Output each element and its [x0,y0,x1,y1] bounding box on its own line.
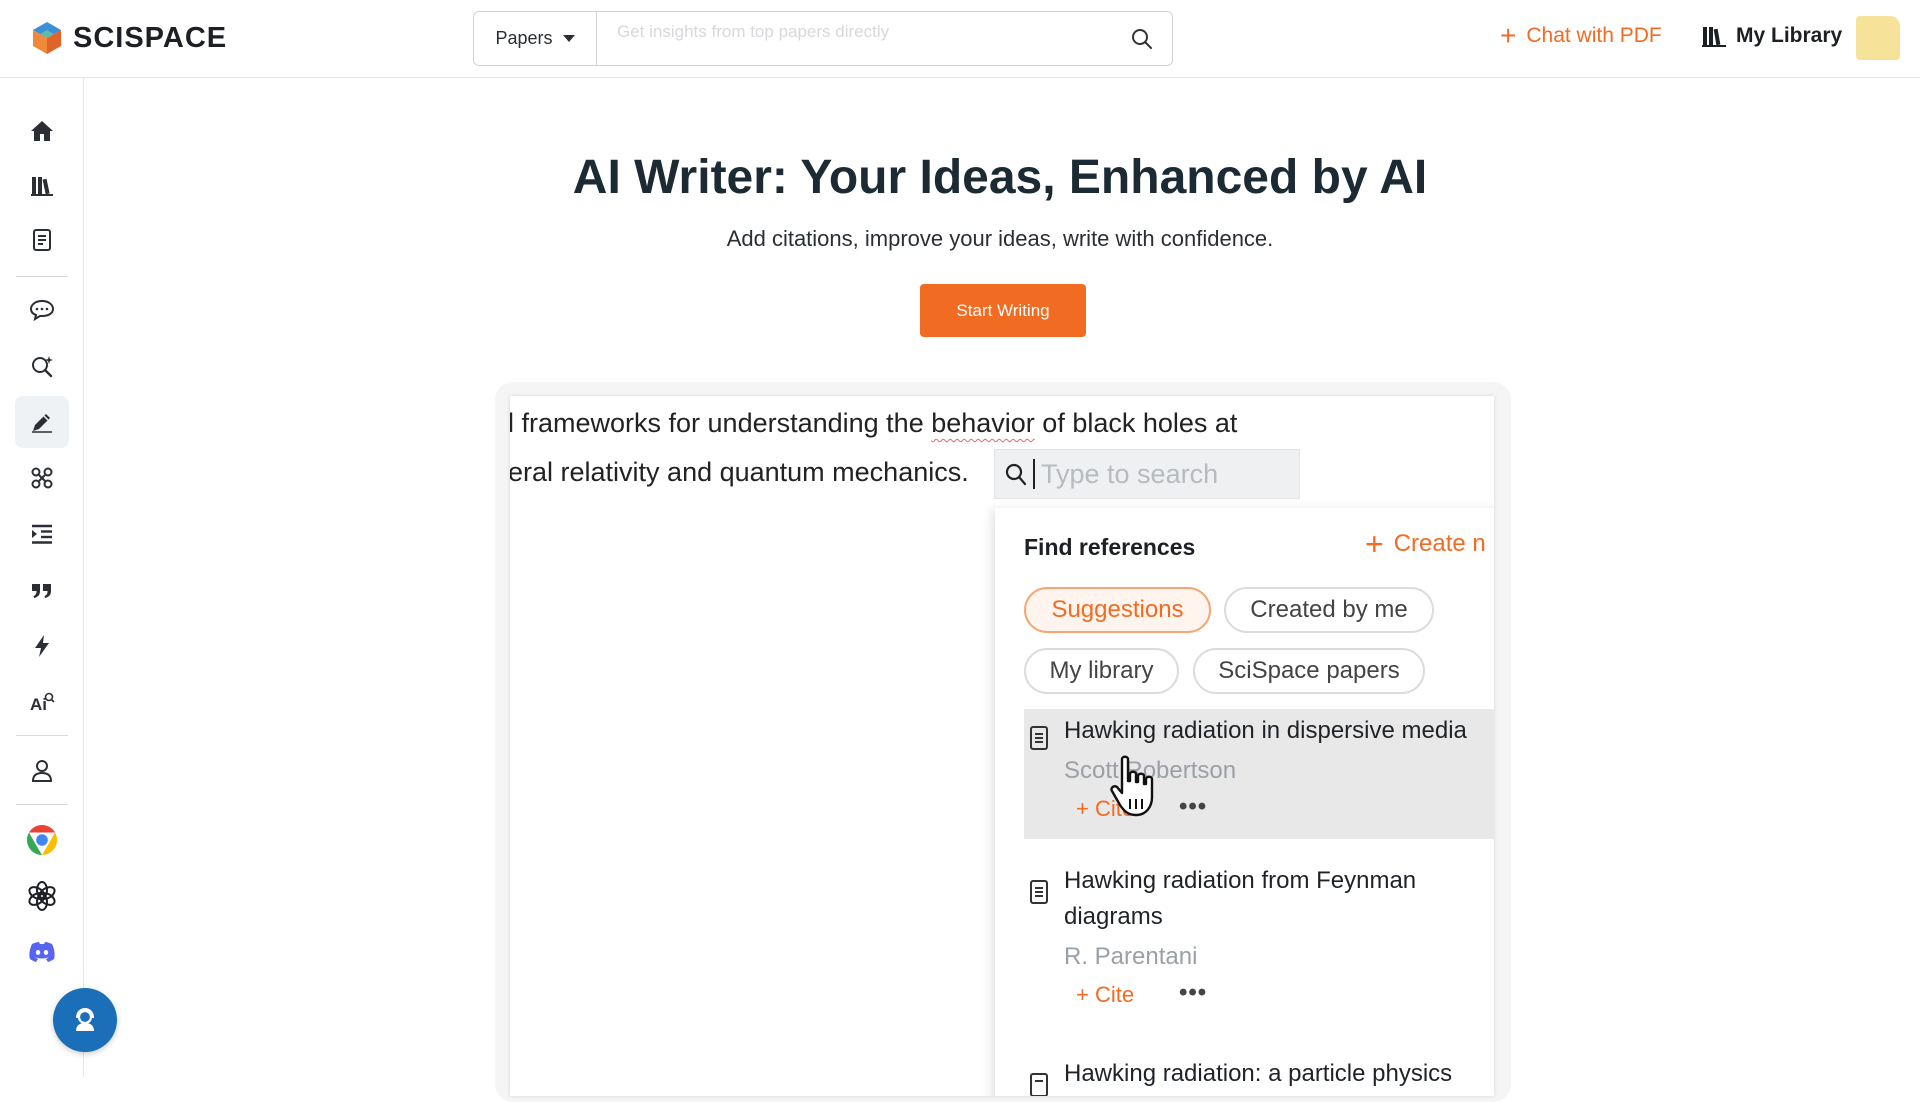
document-icon [1030,726,1048,750]
start-writing-button[interactable]: Start Writing [920,284,1086,337]
molecule-icon [31,467,53,489]
sidebar-item-chatgpt-plugin[interactable] [15,870,69,922]
reference-title: Hawking radiation in dispersive media [1064,717,1467,744]
search-icon [1005,463,1027,486]
sidebar-item-ai-writer[interactable] [15,396,69,448]
demo-document: l frameworks for understanding the behav… [510,396,1494,1096]
sidebar-item-molecule[interactable] [15,452,69,504]
chip-created-by-me[interactable]: Created by me [1224,587,1434,633]
pen-icon [32,414,52,433]
library-icon [31,177,53,196]
quote-icon [32,584,51,598]
chevron-down-icon [562,35,575,42]
home-icon [31,121,53,141]
ai-detect-icon: Ai [30,692,55,713]
hand-pointer-icon [1110,755,1154,817]
chip-my-library[interactable]: My library [1024,648,1179,694]
sidebar-item-chat[interactable] [15,284,69,336]
sidebar-item-extract[interactable] [15,620,69,672]
chat-icon [29,299,55,322]
scispace-logo[interactable]: SCISPACE [31,20,227,56]
chat-with-pdf-button[interactable]: + Chat with PDF [1500,20,1662,51]
text-caret [1033,459,1035,489]
sidebar-divider [16,276,68,277]
avatar[interactable] [1856,16,1900,60]
top-bar: SCISPACE Papers + Chat with PDF My Libra… [0,0,1920,78]
reference-title: Hawking radiation: a particle physics [1064,1060,1453,1087]
support-chat-button[interactable] [53,988,117,1052]
plus-icon: + [1365,526,1384,562]
find-references-panel: Find references + Create n Suggestions C… [995,508,1494,1096]
search-button[interactable] [1112,12,1172,65]
reference-result[interactable]: Hawking radiation in dispersive media Sc… [1024,709,1494,839]
document-icon [1030,1073,1048,1096]
create-reference-label: Create n [1393,530,1486,557]
logo-icon [33,22,61,54]
svg-text:Ai: Ai [30,695,47,713]
search-sparkle-icon [32,356,53,378]
sidebar-item-notebook[interactable] [15,214,69,266]
page-title: AI Writer: Your Ideas, Enhanced by AI [572,151,1428,204]
openai-icon [28,881,56,911]
chip-scispace-papers[interactable]: SciSpace papers [1193,648,1425,694]
sidebar-item-home[interactable] [15,105,69,157]
logo-text: SCISPACE [73,21,228,54]
notebook-icon [33,229,51,251]
my-library-button[interactable]: My Library [1702,24,1842,48]
lightning-icon [35,635,49,657]
search-bar: Papers [473,11,1173,66]
my-library-label: My Library [1736,24,1843,47]
sidebar-item-discord[interactable] [15,926,69,978]
misspelled-word: behavior [931,408,1035,438]
sidebar-divider [16,735,68,736]
indent-icon [32,524,52,544]
sidebar-item-literature-search[interactable] [15,340,69,392]
reference-author: R. Parentani [1064,943,1198,970]
search-type-label: Papers [495,28,553,48]
plus-icon: + [1500,20,1517,51]
reference-search-placeholder: Type to search [1041,458,1219,489]
library-icon [1702,27,1726,47]
sidebar-item-ai-detector[interactable]: Ai [15,676,69,728]
sidebar-item-citation[interactable] [15,564,69,616]
sidebar-item-profile[interactable] [15,745,69,797]
reference-title: Hawking radiation from Feynman diagrams [1064,867,1417,930]
sidebar-divider [16,804,68,805]
sidebar-item-paraphraser[interactable] [15,508,69,560]
create-reference-button[interactable]: + Create n [1365,526,1486,562]
panel-title: Find references [1024,534,1196,560]
more-options-button[interactable]: ••• [1179,793,1207,821]
more-options-button[interactable]: ••• [1179,979,1207,1007]
reference-result[interactable]: Hawking radiation: a particle physics [1024,1056,1494,1096]
demo-text-line-2: eral relativity and quantum mechanics. [510,457,969,487]
demo-text-line-1: l frameworks for understanding the behav… [510,408,1238,438]
user-icon [31,760,53,782]
support-agent-icon [76,1007,94,1031]
page-subtitle: Add citations, improve your ideas, write… [726,226,1274,251]
sidebar-item-chrome-extension[interactable] [15,814,69,866]
document-icon [1030,880,1048,904]
sidebar-item-library[interactable] [15,160,69,212]
cite-button[interactable]: + Cite [1076,982,1134,1008]
discord-icon [29,942,55,962]
chrome-icon [26,825,58,855]
search-input[interactable] [597,12,1112,65]
reference-result[interactable]: Hawking radiation from Feynman diagrams … [1024,863,1494,1023]
reference-search-input[interactable]: Type to search [994,449,1300,499]
chat-with-pdf-label: Chat with PDF [1526,24,1662,47]
chip-suggestions[interactable]: Suggestions [1024,587,1211,633]
search-icon [1132,28,1152,49]
search-type-dropdown[interactable]: Papers [474,12,597,65]
sidebar: Ai [0,78,84,1077]
